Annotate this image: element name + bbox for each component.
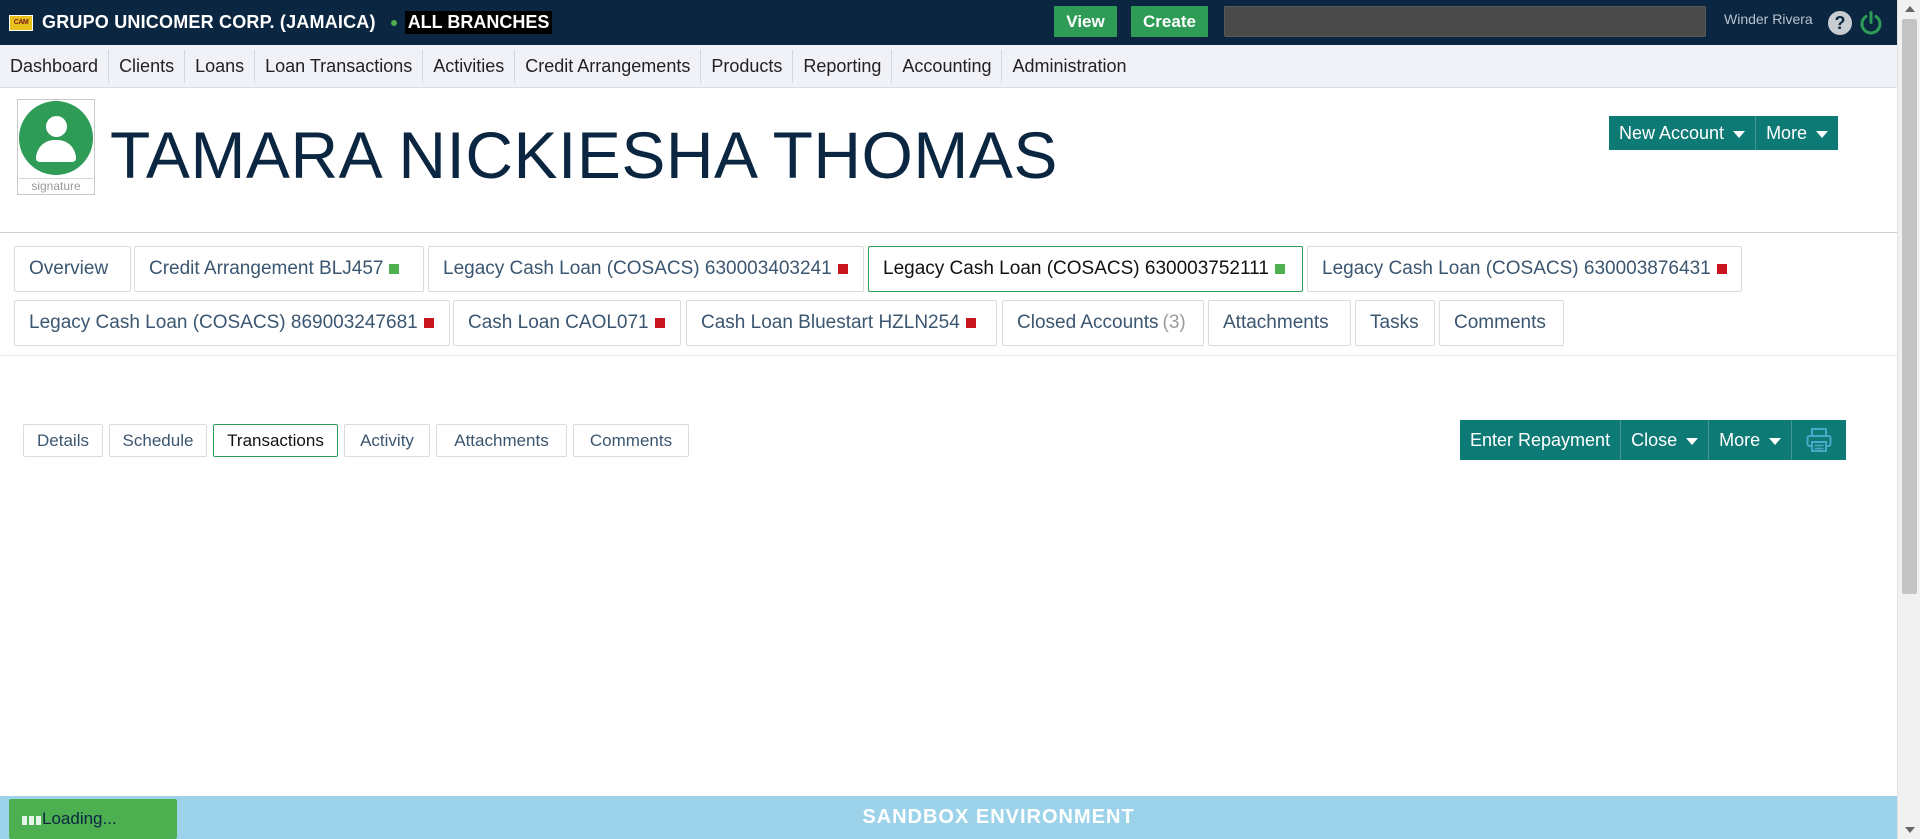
- current-user-name[interactable]: Winder Rivera: [1724, 11, 1813, 27]
- tab-legacy-loan-630003876431[interactable]: Legacy Cash Loan (COSACS) 630003876431: [1307, 246, 1742, 292]
- tab-label: Cash Loan Bluestart HZLN254: [701, 312, 960, 333]
- caret-down-icon: [1733, 130, 1746, 138]
- avatar-head: [46, 116, 67, 137]
- tab-label: Closed Accounts: [1017, 312, 1159, 333]
- tab-label: Attachments: [1223, 312, 1329, 333]
- main-navigation: Dashboard Clients Loans Loan Transaction…: [0, 45, 1897, 88]
- tab-label: Legacy Cash Loan (COSACS) 630003876431: [1322, 258, 1711, 279]
- status-inactive-indicator: [423, 318, 434, 328]
- tab-comments[interactable]: Comments: [1439, 300, 1564, 346]
- subtab-attachments[interactable]: Attachments: [436, 424, 567, 457]
- status-inactive-indicator: [965, 318, 976, 328]
- print-button[interactable]: [1792, 420, 1846, 460]
- tab-cash-loan-hzln254[interactable]: Cash Loan Bluestart HZLN254: [686, 300, 997, 346]
- branch-status-dot: [390, 19, 397, 26]
- tab-legacy-loan-869003247681[interactable]: Legacy Cash Loan (COSACS) 869003247681: [14, 300, 450, 346]
- loading-label: Loading...: [42, 809, 117, 828]
- tab-label: Legacy Cash Loan (COSACS) 869003247681: [29, 312, 418, 333]
- subtab-comments[interactable]: Comments: [573, 424, 689, 457]
- caret-down-icon: [1816, 130, 1829, 138]
- subtab-details[interactable]: Details: [23, 424, 103, 457]
- loading-bars-icon: [22, 816, 41, 825]
- branch-label[interactable]: ALL BRANCHES: [404, 11, 553, 34]
- nav-accounting[interactable]: Accounting: [892, 49, 1003, 83]
- tab-overview[interactable]: Overview: [14, 246, 131, 292]
- view-button[interactable]: View: [1054, 6, 1117, 37]
- loan-more-label: More: [1719, 429, 1761, 450]
- tabs-divider: [0, 355, 1897, 356]
- client-name-title: TAMARA NICKIESHA THOMAS: [110, 118, 1058, 192]
- scrollbar-thumb[interactable]: [1902, 19, 1917, 594]
- nav-clients[interactable]: Clients: [109, 49, 186, 83]
- tab-label: Tasks: [1370, 312, 1419, 333]
- nav-administration[interactable]: Administration: [1002, 50, 1136, 83]
- tab-cash-loan-caol071[interactable]: Cash Loan CAOL071: [453, 300, 681, 346]
- closed-accounts-count: (3): [1162, 312, 1186, 333]
- nav-credit-arrangements[interactable]: Credit Arrangements: [515, 49, 702, 83]
- logout-power-icon[interactable]: [1858, 10, 1884, 36]
- logo-text: CAM: [13, 19, 29, 26]
- organization-name[interactable]: GRUPO UNICOMER CORP. (JAMAICA): [42, 12, 376, 33]
- avatar-body: [36, 140, 76, 162]
- enter-repayment-button[interactable]: Enter Repayment: [1460, 420, 1622, 460]
- vertical-scrollbar[interactable]: [1897, 0, 1920, 839]
- status-inactive-indicator: [654, 318, 665, 328]
- status-inactive-indicator: [1716, 264, 1727, 274]
- close-label: Close: [1631, 429, 1678, 450]
- scroll-up-arrow-icon[interactable]: [1905, 6, 1915, 12]
- client-actions-group: New Account More: [1609, 116, 1839, 150]
- environment-banner: SANDBOX ENVIRONMENT: [0, 796, 1897, 839]
- nav-activities[interactable]: Activities: [423, 49, 516, 83]
- nav-loan-transactions[interactable]: Loan Transactions: [255, 49, 424, 83]
- subtab-schedule[interactable]: Schedule: [109, 424, 207, 457]
- tab-label: Overview: [29, 258, 109, 279]
- tab-attachments[interactable]: Attachments: [1208, 300, 1351, 346]
- new-account-label: New Account: [1619, 122, 1725, 143]
- scroll-down-arrow-icon[interactable]: [1905, 827, 1915, 833]
- loan-actions-group: Enter Repayment Close More: [1460, 420, 1847, 460]
- nav-reporting[interactable]: Reporting: [793, 49, 893, 83]
- status-active-indicator: [389, 264, 400, 274]
- client-avatar[interactable]: signature: [17, 99, 95, 195]
- header-divider: [0, 232, 1897, 233]
- tab-legacy-loan-630003403241[interactable]: Legacy Cash Loan (COSACS) 630003403241: [428, 246, 864, 292]
- subtab-activity[interactable]: Activity: [344, 424, 430, 457]
- client-more-label: More: [1766, 122, 1808, 143]
- tab-tasks[interactable]: Tasks: [1355, 300, 1435, 346]
- caret-down-icon: [1686, 437, 1699, 445]
- tab-label: Legacy Cash Loan (COSACS) 630003403241: [443, 258, 832, 279]
- tab-closed-accounts[interactable]: Closed Accounts (3): [1002, 300, 1204, 346]
- user-silhouette-icon: [19, 101, 93, 175]
- nav-loans[interactable]: Loans: [185, 49, 256, 83]
- subtab-transactions[interactable]: Transactions: [213, 424, 338, 457]
- signature-label[interactable]: signature: [19, 178, 93, 194]
- caret-down-icon: [1769, 437, 1782, 445]
- organization-logo: CAM: [9, 14, 33, 31]
- client-more-button[interactable]: More: [1756, 116, 1838, 150]
- global-search-input[interactable]: [1224, 6, 1706, 37]
- tab-credit-arrangement[interactable]: Credit Arrangement BLJ457: [134, 246, 424, 292]
- tab-label: Legacy Cash Loan (COSACS) 630003752111: [883, 258, 1269, 279]
- environment-label: SANDBOX ENVIRONMENT: [862, 806, 1135, 828]
- branch-selector[interactable]: ALL BRANCHES: [390, 11, 553, 34]
- new-account-button[interactable]: New Account: [1609, 116, 1757, 150]
- nav-products[interactable]: Products: [701, 49, 794, 83]
- loading-indicator: Loading...: [9, 799, 177, 839]
- nav-dashboard[interactable]: Dashboard: [0, 49, 110, 83]
- tab-label: Credit Arrangement BLJ457: [149, 258, 384, 279]
- help-icon[interactable]: ?: [1828, 11, 1852, 35]
- printer-icon: [1806, 428, 1832, 452]
- loan-more-button[interactable]: More: [1709, 420, 1793, 460]
- tab-label: Cash Loan CAOL071: [468, 312, 649, 333]
- close-loan-button[interactable]: Close: [1621, 420, 1710, 460]
- tab-legacy-loan-630003752111[interactable]: Legacy Cash Loan (COSACS) 630003752111: [868, 246, 1303, 292]
- status-inactive-indicator: [837, 264, 848, 274]
- create-button[interactable]: Create: [1131, 6, 1208, 37]
- tab-label: Comments: [1454, 312, 1546, 333]
- status-active-indicator: [1274, 264, 1285, 274]
